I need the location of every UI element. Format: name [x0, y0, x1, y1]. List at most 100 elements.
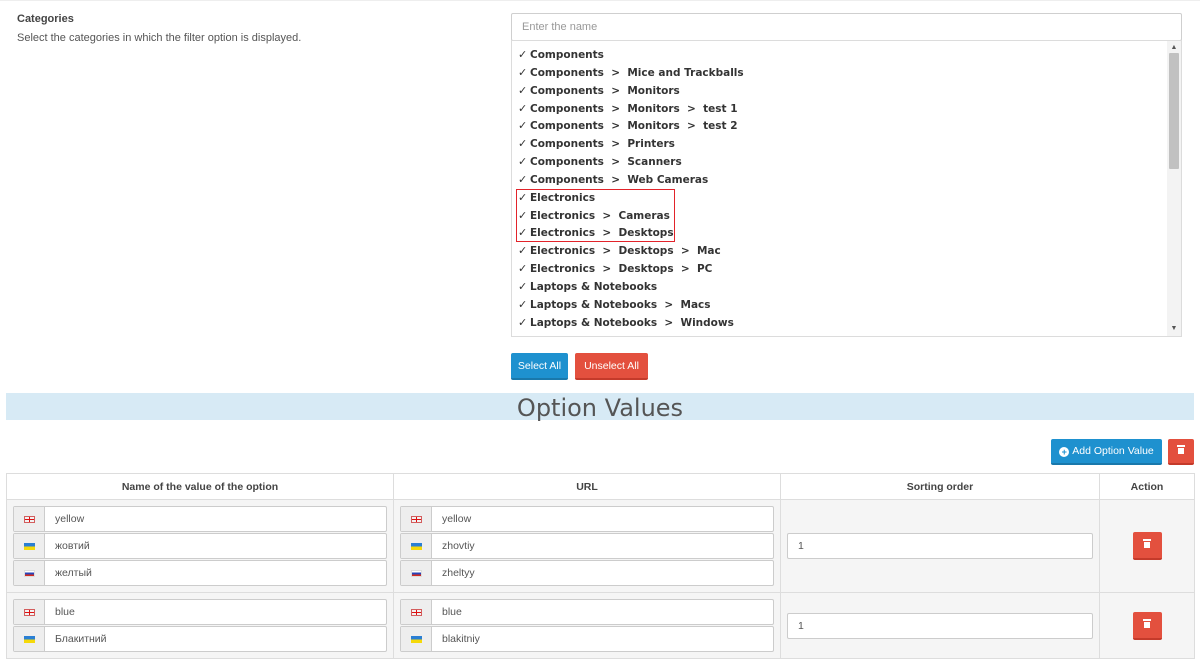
categories-help-text: Select the categories in which the filte… — [17, 32, 302, 44]
value-url-input[interactable] — [432, 600, 773, 624]
top-divider — [0, 0, 1200, 1]
category-item-label: Components > Monitors — [530, 84, 680, 97]
language-flag-addon — [401, 627, 432, 651]
category-item[interactable]: ✓ Electronics > Desktops > PC — [518, 260, 1168, 278]
category-item-label: Components > Printers — [530, 138, 675, 151]
category-item-label: Electronics > Desktops > PC — [530, 263, 713, 276]
check-icon: ✓ — [518, 83, 528, 97]
column-header-sort: Sorting order — [780, 473, 1100, 500]
category-item[interactable]: ✓ Electronics > Cameras — [518, 207, 1168, 225]
table-row — [6, 592, 1195, 659]
check-icon: ✓ — [518, 172, 528, 186]
category-item[interactable]: ✓ Components > Mice and Trackballs — [518, 64, 1168, 82]
value-name-input-group — [13, 560, 387, 586]
value-name-cell — [6, 592, 394, 659]
value-name-input[interactable] — [45, 600, 386, 624]
value-name-input[interactable] — [45, 627, 386, 651]
remove-row-button[interactable] — [1132, 611, 1162, 640]
category-list[interactable]: ✓ Components ✓ Components > Mice and Trackb… — [511, 40, 1182, 337]
language-flag-addon — [14, 561, 45, 585]
category-item[interactable]: ✓ Electronics > Desktops — [518, 224, 1168, 242]
value-url-input[interactable] — [432, 561, 773, 585]
check-icon: ✓ — [518, 226, 528, 240]
category-item[interactable]: ✓ Components — [518, 46, 1168, 64]
scroll-down-arrow-icon[interactable]: ▼ — [1170, 324, 1178, 334]
sort-order-cell — [780, 499, 1100, 593]
flag-uk-icon — [410, 542, 422, 550]
option-values-body — [6, 499, 1195, 659]
column-header-name: Name of the value of the option — [6, 473, 394, 500]
delete-selected-button[interactable] — [1168, 439, 1194, 465]
category-list-scrollbar[interactable]: ▲ ▼ — [1167, 41, 1181, 336]
check-icon: ✓ — [518, 190, 528, 204]
category-item-label: Components > Monitors > test 2 — [530, 120, 738, 133]
option-values-heading: Option Values — [6, 393, 1194, 422]
check-icon: ✓ — [518, 208, 528, 222]
value-name-input[interactable] — [45, 534, 386, 558]
language-flag-addon — [401, 534, 432, 558]
add-option-value-button[interactable]: + Add Option Value — [1051, 439, 1162, 465]
category-item[interactable]: ✓ Components > Printers — [518, 135, 1168, 153]
language-flag-addon — [14, 600, 45, 624]
value-url-input[interactable] — [432, 507, 773, 531]
category-item[interactable]: ✓ Electronics > Desktops > Mac — [518, 242, 1168, 260]
value-url-input-group — [400, 560, 774, 586]
check-icon: ✓ — [518, 137, 528, 151]
trash-icon — [1143, 618, 1151, 628]
select-all-button[interactable]: Select All — [511, 353, 568, 380]
value-url-input-group — [400, 599, 774, 625]
value-url-input-group — [400, 506, 774, 532]
value-name-input-group — [13, 626, 387, 652]
column-header-url: URL — [393, 473, 781, 500]
category-item-label: Electronics — [530, 191, 596, 204]
language-flag-addon — [14, 507, 45, 531]
category-item-label: Components > Scanners — [530, 156, 682, 169]
category-item-label: Electronics > Cameras — [530, 209, 670, 222]
remove-row-button[interactable] — [1132, 532, 1162, 560]
category-item-label: Electronics > Desktops > Mac — [530, 245, 721, 258]
category-item[interactable]: ✓ Components > Monitors — [518, 82, 1168, 100]
category-item-label: Components > Mice and Trackballs — [530, 66, 744, 79]
scroll-thumb[interactable] — [1169, 53, 1179, 169]
value-name-cell — [6, 499, 394, 593]
value-url-input-group — [400, 533, 774, 559]
action-cell — [1099, 499, 1195, 593]
category-item[interactable]: ✓ Components > Monitors > test 1 — [518, 100, 1168, 118]
category-item[interactable]: ✓ Components > Scanners — [518, 153, 1168, 171]
value-url-input[interactable] — [432, 627, 773, 651]
table-header-row: Name of the value of the option URL Sort… — [6, 473, 1195, 500]
category-item[interactable]: ✓ Components > Web Cameras — [518, 171, 1168, 189]
check-icon: ✓ — [518, 297, 528, 311]
category-item[interactable]: ✓ Laptops & Notebooks > Macs — [518, 296, 1168, 314]
check-icon: ✓ — [518, 155, 528, 169]
category-item-label: Components > Web Cameras — [530, 173, 709, 186]
value-url-input[interactable] — [432, 534, 773, 558]
flag-uk-icon — [410, 635, 422, 643]
category-items: ✓ Components ✓ Components > Mice and Trackb… — [518, 46, 1168, 332]
language-flag-addon — [14, 627, 45, 651]
language-flag-addon — [401, 561, 432, 585]
flag-en-icon — [23, 608, 35, 616]
check-icon: ✓ — [518, 119, 528, 133]
trash-icon — [1177, 445, 1185, 454]
unselect-all-button[interactable]: Unselect All — [575, 353, 648, 380]
plus-circle-icon: + — [1059, 447, 1070, 457]
category-item-label: Laptops & Notebooks — [530, 280, 658, 293]
category-item-label: Components — [530, 49, 604, 61]
category-item[interactable]: ✓ Laptops & Notebooks > Windows — [518, 314, 1168, 332]
language-flag-addon — [401, 600, 432, 624]
category-search-input[interactable] — [511, 13, 1182, 41]
value-name-input-group — [13, 599, 387, 625]
add-option-value-label: Add Option Value — [1072, 445, 1154, 457]
sort-order-input[interactable] — [787, 533, 1093, 559]
trash-icon — [1143, 539, 1151, 548]
value-name-input[interactable] — [45, 507, 386, 531]
value-name-input[interactable] — [45, 561, 386, 585]
category-item-label: Electronics > Desktops — [530, 227, 674, 240]
category-item[interactable]: ✓ Electronics — [518, 189, 1168, 207]
value-url-cell — [393, 499, 781, 593]
scroll-up-arrow-icon[interactable]: ▲ — [1170, 43, 1178, 53]
category-item[interactable]: ✓ Components > Monitors > test 2 — [518, 117, 1168, 135]
sort-order-input[interactable] — [787, 612, 1093, 639]
category-item[interactable]: ✓ Laptops & Notebooks — [518, 278, 1168, 296]
